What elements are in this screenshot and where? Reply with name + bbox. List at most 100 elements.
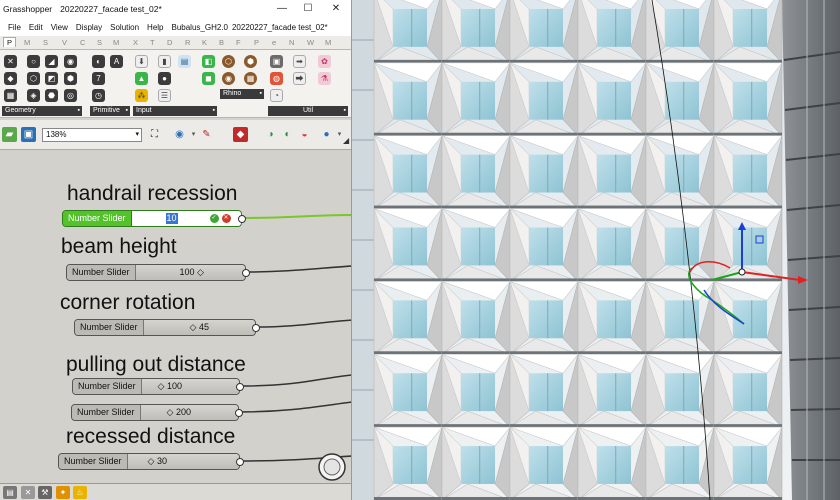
- number-slider-recessed[interactable]: Number Slider ◇ 30: [58, 453, 244, 470]
- tab-b[interactable]: B: [219, 38, 224, 47]
- list-icon[interactable]: ⁂: [135, 89, 148, 102]
- sketch-icon[interactable]: ✎: [199, 127, 214, 142]
- zoom-dropdown-icon[interactable]: ▾: [135, 129, 139, 141]
- scroll-arrow-icon[interactable]: ◢: [343, 136, 351, 150]
- param-icon[interactable]: ◆: [4, 72, 17, 85]
- param-icon[interactable]: ⬢: [64, 72, 77, 85]
- tab-sets[interactable]: S: [43, 38, 48, 47]
- zoom-level-dropdown[interactable]: 138% ▾: [42, 128, 142, 142]
- arrow-icon[interactable]: ⮕: [293, 72, 306, 85]
- hammer-icon[interactable]: ✦: [56, 486, 70, 499]
- group-util[interactable]: Util ▪: [268, 106, 348, 116]
- tab-surface[interactable]: S: [97, 38, 102, 47]
- number-slider-pulling-out-2[interactable]: Number Slider ◇ 200: [71, 404, 243, 421]
- output-port[interactable]: [252, 324, 260, 332]
- point-icon[interactable]: ▤: [3, 486, 17, 499]
- tab-maths[interactable]: M: [24, 38, 30, 47]
- output-port[interactable]: [236, 458, 244, 466]
- open-icon[interactable]: ▰: [2, 127, 17, 142]
- colour-picker-icon[interactable]: ◧: [202, 55, 215, 68]
- slider-icon[interactable]: ▮: [158, 55, 171, 68]
- preview-mode-icon[interactable]: ◑: [263, 127, 278, 142]
- rhino-object-icon[interactable]: ⬢: [244, 55, 257, 68]
- param-icon[interactable]: ◎: [64, 89, 77, 102]
- bake-icon[interactable]: ◆: [233, 127, 248, 142]
- output-port[interactable]: [236, 383, 244, 391]
- slider-track[interactable]: 10 ✓ ✕: [131, 211, 241, 226]
- tab-w[interactable]: W: [307, 38, 314, 47]
- maximize-button[interactable]: ☐: [294, 0, 322, 18]
- tab-mesh[interactable]: M: [113, 38, 119, 47]
- tab-e[interactable]: e: [272, 38, 276, 47]
- curve-icon[interactable]: ✕: [21, 486, 35, 499]
- menu-solution[interactable]: Solution: [110, 23, 139, 32]
- tab-intersect[interactable]: X: [133, 38, 138, 47]
- menu-file[interactable]: File: [8, 23, 21, 32]
- group-geometry[interactable]: Geometry ▪: [2, 106, 82, 116]
- preview-colour-icon[interactable]: ◒: [297, 127, 312, 142]
- tab-transform[interactable]: T: [150, 38, 155, 47]
- eye-icon[interactable]: ◉: [172, 127, 187, 142]
- param-icon[interactable]: 7: [92, 72, 105, 85]
- param-icon[interactable]: ◷: [92, 89, 105, 102]
- number-slider-beam-height[interactable]: Number Slider 100 ◇: [66, 264, 250, 281]
- param-icon[interactable]: ◩: [45, 72, 58, 85]
- value-list-icon[interactable]: ☰: [158, 89, 171, 102]
- tab-kangaroo[interactable]: K: [202, 38, 207, 47]
- cherry-icon[interactable]: ◍: [270, 72, 283, 85]
- menu-display[interactable]: Display: [76, 23, 102, 32]
- output-port[interactable]: [238, 215, 246, 223]
- param-icon[interactable]: ◢: [45, 55, 58, 68]
- group-rhino[interactable]: Rhino ▪: [220, 89, 264, 99]
- arrow-icon[interactable]: ➡: [293, 55, 306, 68]
- param-icon[interactable]: ○: [27, 55, 40, 68]
- rhino-object-icon[interactable]: ▦: [244, 72, 257, 85]
- group-primitive[interactable]: Primitive ▪: [90, 106, 130, 116]
- toggle-icon[interactable]: ▲: [135, 72, 148, 85]
- menu-view[interactable]: View: [51, 23, 68, 32]
- slider-value-edit[interactable]: 10: [165, 213, 178, 224]
- tab-p[interactable]: P: [254, 38, 259, 47]
- param-icon[interactable]: ◐: [92, 55, 105, 68]
- save-icon[interactable]: ▣: [21, 127, 36, 142]
- param-icon[interactable]: A: [110, 55, 123, 68]
- rhino-viewport[interactable]: [352, 0, 840, 500]
- close-button[interactable]: ✕: [322, 0, 350, 18]
- output-port[interactable]: [235, 409, 243, 417]
- param-icon[interactable]: ✕: [4, 55, 17, 68]
- timer-icon[interactable]: ◔: [270, 89, 283, 102]
- group-input[interactable]: Input ▪: [133, 106, 217, 116]
- tab-rhino[interactable]: R: [185, 38, 190, 47]
- panel-icon[interactable]: ⬇: [135, 55, 148, 68]
- tab-f[interactable]: F: [236, 38, 241, 47]
- gradient-icon[interactable]: ▤: [178, 55, 191, 68]
- tab-n[interactable]: N: [289, 38, 294, 47]
- param-icon[interactable]: ◉: [64, 55, 77, 68]
- tab-vector[interactable]: V: [62, 38, 67, 47]
- menu-bubalus[interactable]: Bubalus_GH2.0: [172, 23, 228, 32]
- flame-icon[interactable]: ♨: [73, 486, 87, 499]
- tab-m[interactable]: M: [325, 38, 331, 47]
- number-slider-corner-rotation[interactable]: Number Slider ◇ 45: [74, 319, 260, 336]
- tab-curve[interactable]: C: [80, 38, 85, 47]
- param-icon[interactable]: ◈: [27, 89, 40, 102]
- tab-params[interactable]: P: [3, 37, 17, 47]
- tab-display[interactable]: D: [167, 38, 172, 47]
- button-icon[interactable]: ●: [158, 72, 171, 85]
- slider-track[interactable]: ◇ 30: [127, 454, 239, 469]
- param-icon[interactable]: ⬡: [27, 72, 40, 85]
- confirm-icon[interactable]: ✓: [209, 214, 219, 223]
- param-icon[interactable]: ⬣: [45, 89, 58, 102]
- galapagos-icon[interactable]: ✿: [318, 55, 331, 68]
- menu-help[interactable]: Help: [147, 23, 163, 32]
- zoom-extents-icon[interactable]: ⛶: [147, 127, 162, 142]
- cancel-icon[interactable]: ✕: [221, 214, 231, 223]
- colour-swatch-icon[interactable]: ◼: [202, 72, 215, 85]
- rhino-object-icon[interactable]: ⬡: [222, 55, 235, 68]
- number-slider-pulling-out[interactable]: Number Slider ◇ 100: [72, 378, 244, 395]
- cluster-icon[interactable]: ▣: [270, 55, 283, 68]
- param-icon[interactable]: ▦: [4, 89, 17, 102]
- flask-icon[interactable]: ⚗: [318, 72, 331, 85]
- menu-edit[interactable]: Edit: [29, 23, 43, 32]
- slider-track[interactable]: ◇ 100: [141, 379, 239, 394]
